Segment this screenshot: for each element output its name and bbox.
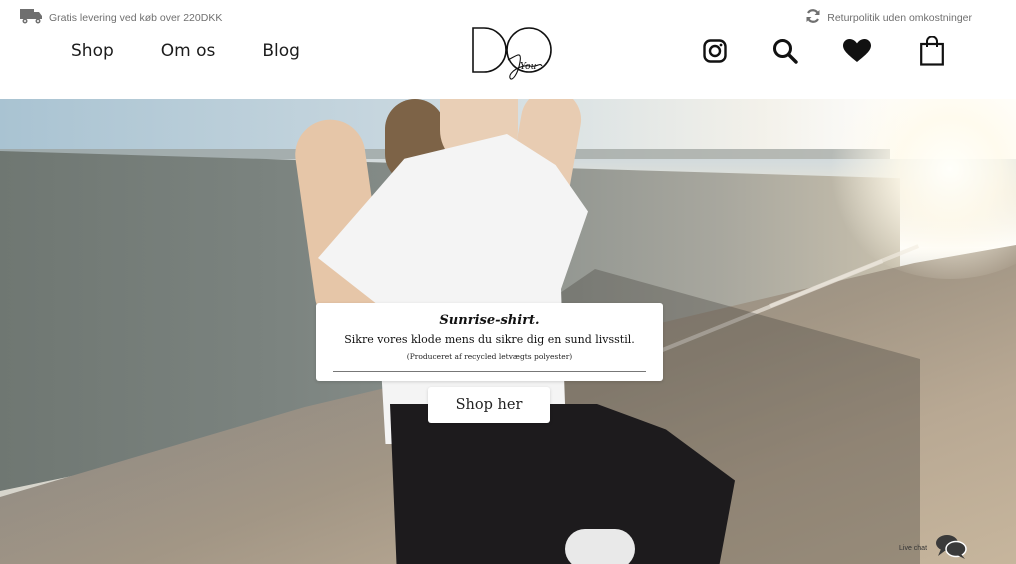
shopping-bag-icon[interactable]	[918, 36, 946, 66]
heart-icon[interactable]	[843, 36, 871, 66]
promo-divider	[333, 371, 646, 372]
shipping-text: Gratis levering ved køb over 220DKK	[49, 11, 223, 24]
refresh-icon	[805, 8, 821, 27]
promo-note: (Produceret af recycled letvægts polyest…	[406, 352, 573, 361]
returns-text: Returpolitik uden omkostninger	[827, 11, 972, 24]
live-chat-label: Live chat	[899, 544, 928, 552]
live-chat-widget[interactable]: Live chat	[899, 534, 967, 562]
shipping-notice: Gratis levering ved køb over 220DKK	[20, 8, 222, 27]
instagram-icon[interactable]	[701, 36, 729, 66]
search-icon[interactable]	[771, 36, 799, 66]
hero-promo-card: Sunrise-shirt. Sikre vores klode mens du…	[316, 303, 663, 381]
shop-here-button[interactable]: Shop her	[428, 387, 550, 423]
promo-title: Sunrise-shirt.	[439, 313, 540, 328]
chat-bubbles-icon[interactable]	[935, 534, 967, 562]
returns-notice: Returpolitik uden omkostninger	[805, 8, 972, 27]
header-icons	[0, 36, 1016, 68]
truck-icon	[20, 8, 43, 27]
promo-subtitle: Sikre vores klode mens du sikre dig en s…	[344, 333, 635, 346]
site-header: Gratis levering ved køb over 220DKK Retu…	[0, 0, 1016, 99]
